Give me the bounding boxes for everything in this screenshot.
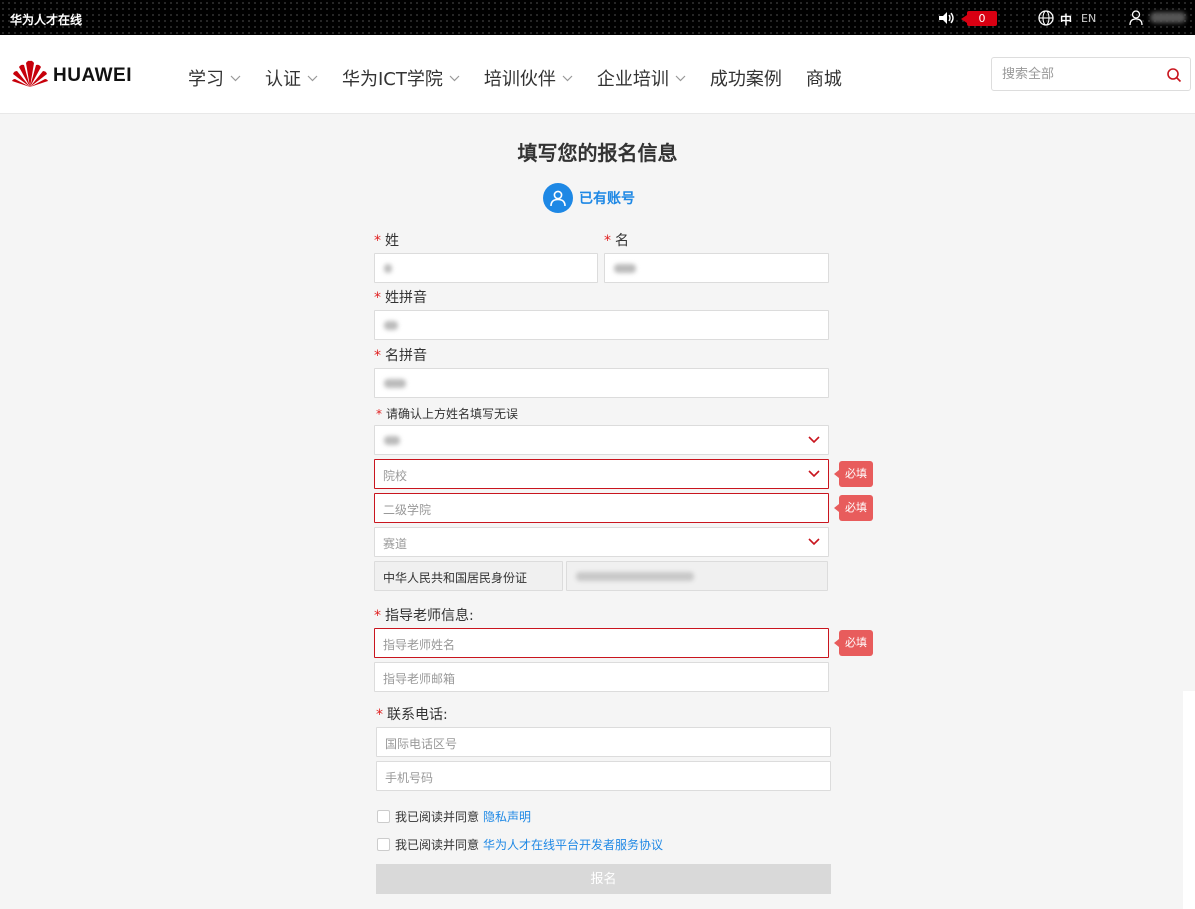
agree-prefix: 我已阅读并同意	[395, 810, 480, 824]
chevron-down-icon	[675, 75, 686, 81]
logo-text: HUAWEI	[53, 65, 132, 86]
teacher-label: * 指导老师信息:	[374, 608, 474, 624]
nav-item-2[interactable]: 华为ICT学院	[342, 66, 460, 90]
huawei-logo[interactable]: HUAWEI	[11, 59, 141, 91]
nav-item-0[interactable]: 学习	[188, 66, 241, 90]
blurred-value	[384, 436, 400, 445]
agree-prefix: 我已阅读并同意	[395, 838, 480, 852]
chevron-down-icon	[562, 75, 573, 81]
service-agreement: 我已阅读并同意 华为人才在线平台开发者服务协议	[377, 836, 663, 853]
blurred-value	[384, 321, 398, 330]
school-required-tag: 必填	[834, 461, 873, 487]
top-bar: 华为人才在线 0 中 EN	[0, 0, 1195, 35]
surname-pinyin-label: * 姓拼音	[374, 290, 427, 306]
required-star: *	[374, 290, 381, 306]
mobile-field[interactable]: 手机号码	[376, 761, 831, 791]
page-edge	[1183, 691, 1195, 909]
phone-label: * 联系电话:	[376, 707, 448, 723]
submit-button[interactable]: 报名	[376, 864, 831, 894]
lang-en-option[interactable]: EN	[1081, 12, 1096, 25]
chevron-down-icon	[808, 436, 820, 444]
surname-field[interactable]	[374, 253, 598, 283]
chevron-down-icon	[808, 538, 820, 546]
college-field[interactable]: 二级学院	[374, 493, 829, 523]
blurred-value	[384, 379, 406, 388]
nav-item-label: 学习	[188, 69, 224, 90]
confirm-name-label: * 请确认上方姓名填写无误	[376, 407, 519, 421]
college-placeholder: 二级学院	[383, 503, 432, 517]
required-star: *	[374, 348, 381, 364]
nav-item-label: 培训伙伴	[483, 69, 556, 90]
service-agreement-link[interactable]: 华为人才在线平台开发者服务协议	[483, 836, 663, 853]
existing-account-link[interactable]: 已有账号	[543, 183, 635, 213]
huawei-petal-icon	[12, 60, 48, 87]
privacy-link[interactable]: 隐私声明	[483, 808, 531, 825]
teacher-name-placeholder: 指导老师姓名	[383, 638, 456, 652]
nav-item-1[interactable]: 认证	[265, 66, 318, 90]
given-pinyin-label: * 名拼音	[374, 348, 427, 364]
privacy-checkbox[interactable]	[377, 810, 390, 823]
chevron-down-icon	[808, 470, 820, 478]
required-star: *	[374, 233, 381, 249]
id-type-select[interactable]: 中华人民共和国居民身份证	[374, 561, 563, 591]
chevron-down-icon	[307, 75, 318, 81]
college-required-tag: 必填	[834, 495, 873, 521]
blurred-value	[384, 264, 392, 273]
given-name-field[interactable]	[604, 253, 829, 283]
id-type-value: 中华人民共和国居民身份证	[383, 571, 528, 585]
globe-icon[interactable]	[1038, 10, 1054, 26]
speaker-icon[interactable]	[938, 11, 956, 25]
lang-zh-option[interactable]: 中	[1060, 11, 1072, 28]
account-avatar-icon	[543, 183, 573, 213]
user-icon[interactable]	[1129, 10, 1143, 25]
confirm-name-select[interactable]	[374, 425, 829, 455]
search-box[interactable]	[991, 57, 1191, 91]
service-checkbox[interactable]	[377, 838, 390, 851]
privacy-agreement: 我已阅读并同意 隐私声明	[377, 808, 531, 825]
nav-item-label: 商城	[805, 69, 842, 90]
account-link-label: 已有账号	[579, 191, 635, 207]
blurred-value	[576, 572, 694, 581]
required-star: *	[374, 608, 381, 624]
chevron-down-icon	[449, 75, 460, 81]
track-placeholder: 赛道	[383, 537, 408, 551]
nav-item-4[interactable]: 企业培训	[597, 66, 686, 90]
surname-label: * 姓	[374, 233, 399, 249]
nav-item-label: 企业培训	[596, 69, 669, 90]
given-pinyin-field[interactable]	[374, 368, 829, 398]
teacher-required-tag: 必填	[834, 630, 873, 656]
page-title: 填写您的报名信息	[517, 141, 678, 165]
surname-pinyin-field[interactable]	[374, 310, 829, 340]
track-select[interactable]: 赛道	[374, 527, 829, 557]
site-name[interactable]: 华为人才在线	[10, 11, 82, 28]
nav-item-label: 认证	[265, 69, 301, 90]
teacher-email-placeholder: 指导老师邮箱	[383, 672, 456, 686]
teacher-email-field[interactable]: 指导老师邮箱	[374, 662, 829, 692]
id-number-field[interactable]	[566, 561, 828, 591]
intl-code-placeholder: 国际电话区号	[385, 737, 458, 751]
nav-item-label: 华为ICT学院	[342, 69, 443, 90]
school-placeholder: 院校	[383, 469, 408, 483]
school-select[interactable]: 院校	[374, 459, 829, 489]
mobile-placeholder: 手机号码	[385, 771, 434, 785]
chevron-down-icon	[230, 75, 241, 81]
main-nav: HUAWEI 学习 认证 华为ICT学院 培训伙伴 企业培训 成功案例 商城	[0, 35, 1195, 114]
nav-item-6[interactable]: 商城	[806, 66, 842, 90]
nav-item-5[interactable]: 成功案例	[710, 66, 782, 90]
search-input[interactable]	[1002, 65, 1162, 83]
nav-menu: 学习 认证 华为ICT学院 培训伙伴 企业培训 成功案例 商城	[188, 66, 866, 90]
required-star: *	[604, 233, 611, 249]
required-star: *	[376, 707, 383, 723]
nav-item-3[interactable]: 培训伙伴	[484, 66, 573, 90]
teacher-name-field[interactable]: 指导老师姓名	[374, 628, 829, 658]
required-star: *	[376, 407, 382, 421]
given-name-label: * 名	[604, 233, 629, 249]
notification-badge[interactable]: 0	[961, 11, 997, 26]
nav-item-label: 成功案例	[709, 69, 782, 90]
search-icon[interactable]	[1166, 67, 1182, 83]
blurred-value	[614, 264, 636, 273]
intl-code-field[interactable]: 国际电话区号	[376, 727, 831, 757]
username-blurred[interactable]	[1150, 12, 1186, 23]
